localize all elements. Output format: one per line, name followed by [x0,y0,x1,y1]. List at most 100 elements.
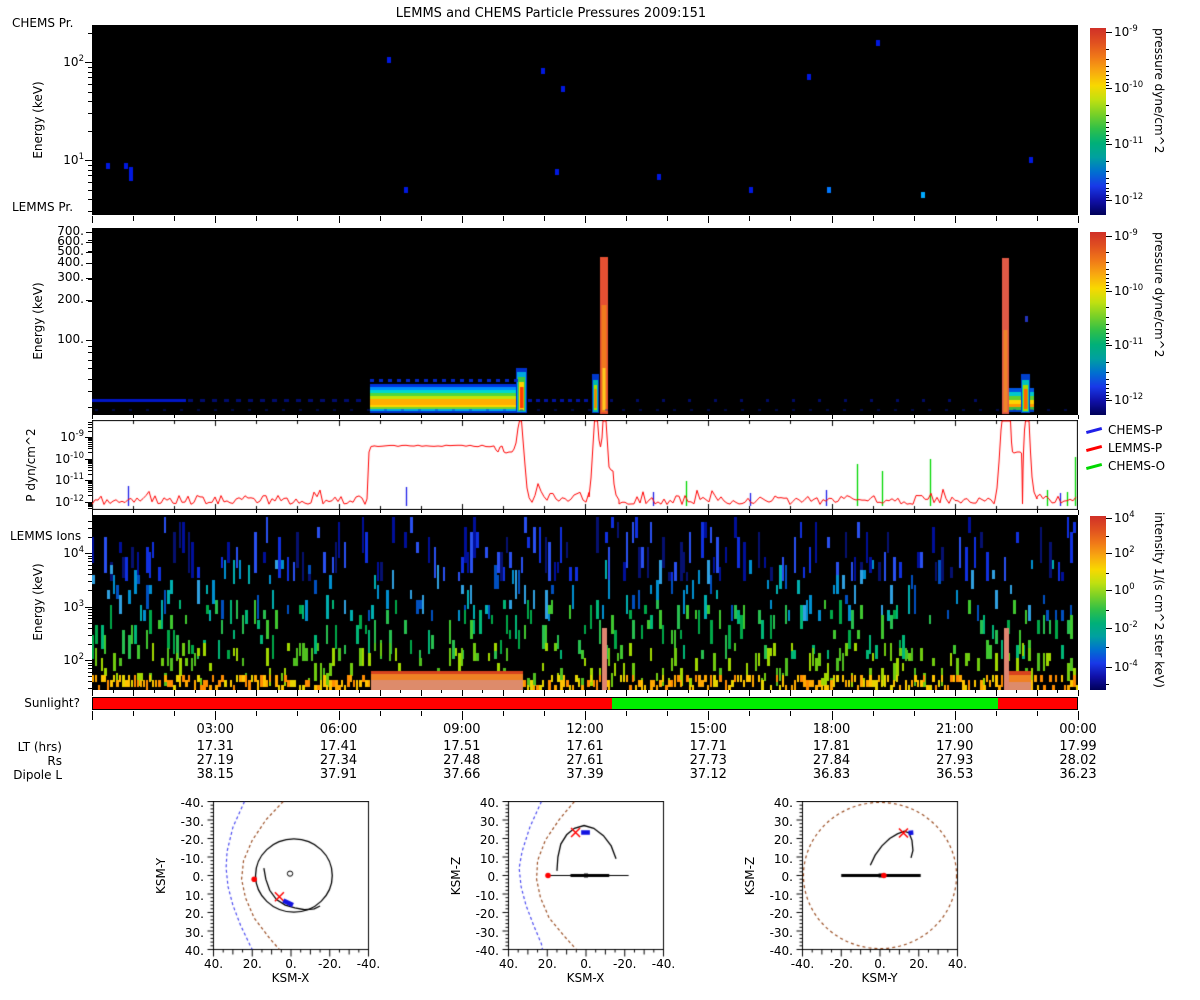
time-tick [297,510,298,513]
ephemeris-value: 27.34 [319,753,358,768]
colorbar-tick-label: 10-12 [1114,392,1144,408]
row-label-lt: LT (hrs) [17,740,62,754]
time-tick [996,690,997,696]
ephemeris-value: 27.73 [689,753,727,768]
colorbar-minor-tick [1106,197,1109,198]
sunlight-label: Sunlight? [24,696,80,710]
time-tick [667,711,668,716]
colorbar-minor-tick [1106,536,1109,537]
time-tick [955,216,956,223]
time-tick [996,415,997,418]
time-tick [318,690,319,693]
time-tick [749,690,750,696]
time-tick [626,711,627,716]
time-tick [359,690,360,693]
colorbar-major-tick [1106,291,1112,292]
time-tick [339,216,340,223]
ephemeris-value: 37.91 [319,767,358,782]
ephemeris-value: 27.84 [812,753,851,768]
time-tick [154,690,155,693]
time-tick [380,711,381,716]
time-tick [790,415,791,418]
time-tick [256,690,257,696]
colorbar-minor-tick [1106,647,1109,648]
time-tick [174,216,175,221]
colorbar-minor-tick [1106,324,1109,325]
y-major-tick [85,160,92,161]
time-tick [236,690,237,693]
time-label: 09:00 [443,722,481,737]
time-tick [482,690,483,693]
time-tick [564,690,565,693]
lemms-ions-spectrogram [92,515,1078,690]
time-tick [441,690,442,693]
time-tick [544,415,545,418]
colorbar-minor-tick [1106,337,1109,338]
colorbar-major-tick [1106,400,1112,401]
colorbar-minor-tick [1106,372,1109,373]
ephemeris-value: 36.83 [812,767,851,782]
colorbar-minor-tick [1106,75,1109,76]
time-tick [585,690,586,696]
colorbar-tick-label: 104 [1114,509,1135,525]
y-major-tick [85,437,92,438]
time-tick [790,216,791,221]
colorbar-minor-tick [1106,340,1109,341]
y-tick-label: 104 [63,544,84,560]
colorbar-minor-tick [1106,610,1109,611]
time-tick [421,711,422,716]
time-tick [708,711,709,720]
colorbar-tick-label: 10-10 [1114,79,1144,95]
ephemeris-value: 38.15 [196,767,234,782]
time-tick [421,415,422,418]
panel1-ylabel: Energy (keV) [31,81,45,159]
time-tick [626,690,627,696]
time-tick [380,415,381,418]
y-tick-label: 101 [63,152,84,168]
colorbar-minor-tick [1106,398,1109,399]
time-tick [667,415,668,418]
sunlight-segment [611,698,999,709]
ephemeris-value: 17.90 [936,739,974,754]
time-tick [914,690,915,696]
time-tick [297,415,298,418]
colorbar-minor-tick [1106,161,1109,162]
colorbar-minor-tick [1106,49,1109,50]
pressure-colorbar-top [1090,28,1106,215]
time-tick [503,415,504,418]
time-tick [277,690,278,693]
colorbar-minor-tick [1106,141,1109,142]
pressure-line-plot [92,420,1078,510]
colorbar-minor-tick [1106,269,1109,270]
time-tick [523,690,524,693]
colorbar-minor-tick [1106,392,1109,393]
time-tick [339,711,340,720]
time-tick [708,415,709,419]
colorbar-major-tick [1106,236,1112,237]
panel3-ylabel: P dyn/cm^2 [24,428,38,502]
colorbar-minor-tick [1106,82,1109,83]
time-tick [297,216,298,221]
chems-pressure-spectrogram [92,25,1078,215]
colorbar-tick-label: 10-11 [1114,337,1144,353]
colorbar-minor-tick [1106,573,1109,574]
colorbar-minor-tick [1106,317,1109,318]
time-tick [215,216,216,223]
pressure-colorbar-mid [1090,232,1106,415]
time-tick [585,216,586,223]
time-tick [1078,415,1079,419]
time-tick [955,711,956,720]
time-tick [544,711,545,716]
time-tick [544,690,545,696]
colorbar-major-tick [1106,32,1112,33]
time-tick [790,711,791,716]
sunlight-bar [92,697,1078,710]
chems-o-swatch [1085,462,1103,470]
time-tick [955,690,956,696]
ephemeris-value: 17.41 [319,739,358,754]
time-label: 12:00 [566,722,604,737]
orbit1-ylabel: KSM-Z [449,856,463,896]
time-tick [893,690,894,693]
ephemeris-value: 37.12 [689,767,727,782]
y-major-tick [85,660,92,661]
